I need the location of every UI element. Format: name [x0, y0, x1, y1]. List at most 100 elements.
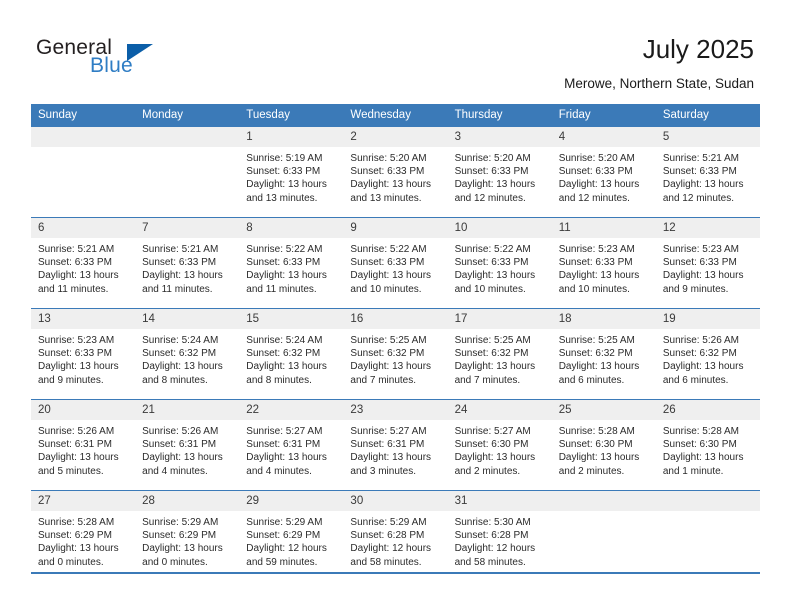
sunset-text: Sunset: 6:33 PM	[662, 257, 737, 269]
calendar-day-cell[interactable]: 1 Sunrise: 5:19 AM Sunset: 6:33 PM Daylight…	[239, 126, 344, 218]
day-details: Sunrise: 5:29 AM Sunset: 6:29 PM Daylight:…	[239, 511, 343, 569]
weekday-header-tuesday: Tuesday	[239, 104, 344, 127]
daylight-text-cont: and 11 minutes.	[246, 283, 317, 295]
daylight-text-cont: and 11 minutes.	[142, 283, 213, 295]
daylight-text: Daylight: 13 hours	[558, 179, 640, 191]
calendar-day-cell[interactable]: 25 Sunrise: 5:28 AM Sunset: 6:30 PM Dayligh…	[551, 399, 656, 491]
day-number: 21	[135, 400, 240, 420]
calendar-day-cell[interactable]: 10 Sunrise: 5:22 AM Sunset: 6:33 PM Dayligh…	[447, 217, 552, 309]
sunrise-text: Sunrise: 5:27 AM	[454, 426, 531, 437]
sunrise-text: Sunrise: 5:29 AM	[142, 517, 219, 528]
calendar-day-cell[interactable]: 8 Sunrise: 5:22 AM Sunset: 6:33 PM Daylight…	[239, 217, 344, 309]
calendar-day-cell[interactable]: 2 Sunrise: 5:20 AM Sunset: 6:33 PM Daylight…	[343, 126, 448, 218]
calendar-day-cell[interactable]: 11 Sunrise: 5:23 AM Sunset: 6:33 PM Dayligh…	[551, 217, 656, 309]
calendar-day-cell[interactable]: 31 Sunrise: 5:30 AM Sunset: 6:28 PM Dayligh…	[447, 490, 552, 579]
day-details: Sunrise: 5:27 AM Sunset: 6:31 PM Daylight:…	[343, 420, 447, 478]
calendar-day-cell[interactable]: 26 Sunrise: 5:28 AM Sunset: 6:30 PM Dayligh…	[655, 399, 760, 491]
sunset-text: Sunset: 6:29 PM	[38, 530, 112, 542]
daylight-text: Daylight: 12 hours	[350, 543, 432, 555]
day-number: 26	[655, 400, 760, 420]
day-details: Sunrise: 5:21 AM Sunset: 6:33 PM Daylight:…	[31, 238, 135, 296]
calendar-day-cell[interactable]: 19 Sunrise: 5:26 AM Sunset: 6:32 PM Dayligh…	[655, 308, 760, 400]
calendar-day-cell[interactable]: 6 Sunrise: 5:21 AM Sunset: 6:33 PM Daylight…	[31, 217, 136, 309]
calendar-day-cell[interactable]: 27 Sunrise: 5:28 AM Sunset: 6:29 PM Dayligh…	[31, 490, 136, 579]
daylight-text-cont: and 0 minutes.	[38, 556, 104, 568]
daylight-text-cont: and 13 minutes.	[350, 192, 422, 204]
calendar-day-cell[interactable]: 15 Sunrise: 5:24 AM Sunset: 6:32 PM Dayligh…	[239, 308, 344, 400]
day-details: Sunrise: 5:23 AM Sunset: 6:33 PM Daylight:…	[656, 238, 760, 296]
sunset-text: Sunset: 6:33 PM	[350, 257, 425, 269]
daylight-text-cont: and 1 minute.	[662, 465, 724, 477]
sunset-text: Sunset: 6:31 PM	[246, 439, 321, 451]
calendar-day-cell[interactable]: 18 Sunrise: 5:25 AM Sunset: 6:32 PM Dayligh…	[551, 308, 656, 400]
sunrise-text: Sunrise: 5:28 AM	[558, 426, 635, 437]
sunrise-text: Sunrise: 5:20 AM	[350, 153, 427, 164]
sunset-text: Sunset: 6:28 PM	[454, 530, 529, 542]
calendar-day-cell[interactable]: 5 Sunrise: 5:21 AM Sunset: 6:33 PM Daylight…	[655, 126, 760, 218]
sunrise-text: Sunrise: 5:28 AM	[662, 426, 739, 437]
day-number: 2	[343, 127, 448, 147]
calendar-day-cell[interactable]: 16 Sunrise: 5:25 AM Sunset: 6:32 PM Dayligh…	[343, 308, 448, 400]
day-number: 3	[447, 127, 552, 147]
page-header: General Blue July 2025 Merowe, Northern …	[0, 0, 792, 103]
daylight-text: Daylight: 13 hours	[246, 179, 327, 191]
sunset-text: Sunset: 6:29 PM	[246, 530, 321, 542]
calendar-body: 1 Sunrise: 5:19 AM Sunset: 6:33 PM Daylight…	[31, 126, 760, 579]
sunrise-text: Sunrise: 5:23 AM	[662, 244, 739, 255]
daylight-text-cont: and 9 minutes.	[662, 283, 729, 295]
sunset-text: Sunset: 6:33 PM	[558, 257, 633, 269]
day-number	[551, 491, 656, 511]
day-details: Sunrise: 5:27 AM Sunset: 6:31 PM Daylight:…	[239, 420, 343, 478]
day-details: Sunrise: 5:20 AM Sunset: 6:33 PM Daylight:…	[448, 147, 552, 205]
daylight-text: Daylight: 13 hours	[662, 361, 744, 373]
calendar-day-cell[interactable]: 12 Sunrise: 5:23 AM Sunset: 6:33 PM Dayligh…	[655, 217, 760, 309]
day-number: 18	[551, 309, 656, 329]
day-details: Sunrise: 5:20 AM Sunset: 6:33 PM Daylight:…	[552, 147, 656, 205]
day-details: Sunrise: 5:23 AM Sunset: 6:33 PM Daylight:…	[552, 238, 656, 296]
day-details: Sunrise: 5:28 AM Sunset: 6:30 PM Daylight:…	[656, 420, 760, 478]
calendar-day-cell[interactable]: 23 Sunrise: 5:27 AM Sunset: 6:31 PM Dayligh…	[343, 399, 448, 491]
sunset-text: Sunset: 6:33 PM	[38, 348, 112, 360]
daylight-text: Daylight: 13 hours	[350, 270, 432, 282]
calendar-day-cell[interactable]: 22 Sunrise: 5:27 AM Sunset: 6:31 PM Dayligh…	[239, 399, 344, 491]
daylight-text: Daylight: 13 hours	[38, 361, 119, 373]
calendar-header-row: Sunday Monday Tuesday Wednesday Thursday…	[31, 104, 760, 127]
calendar-day-cell[interactable]: 7 Sunrise: 5:21 AM Sunset: 6:33 PM Daylight…	[135, 217, 240, 309]
sunset-text: Sunset: 6:30 PM	[662, 439, 737, 451]
daylight-text-cont: and 58 minutes.	[350, 556, 422, 568]
calendar-week-row: 1 Sunrise: 5:19 AM Sunset: 6:33 PM Daylight…	[31, 126, 760, 218]
calendar-day-cell[interactable]: 24 Sunrise: 5:27 AM Sunset: 6:30 PM Dayligh…	[447, 399, 552, 491]
sunrise-text: Sunrise: 5:21 AM	[38, 244, 115, 255]
page-subtitle: Merowe, Northern State, Sudan	[564, 76, 754, 91]
sunset-text: Sunset: 6:33 PM	[558, 166, 633, 178]
calendar-day-cell[interactable]: 17 Sunrise: 5:25 AM Sunset: 6:32 PM Dayligh…	[447, 308, 552, 400]
daylight-text-cont: and 2 minutes.	[558, 465, 625, 477]
weekday-header-saturday: Saturday	[655, 104, 760, 127]
calendar-day-cell[interactable]: 3 Sunrise: 5:20 AM Sunset: 6:33 PM Daylight…	[447, 126, 552, 218]
calendar-day-cell[interactable]: 29 Sunrise: 5:29 AM Sunset: 6:29 PM Dayligh…	[239, 490, 344, 579]
calendar-day-cell[interactable]: 13 Sunrise: 5:23 AM Sunset: 6:33 PM Dayligh…	[31, 308, 136, 400]
daylight-text-cont: and 4 minutes.	[246, 465, 312, 477]
day-number: 12	[655, 218, 760, 238]
weekday-header-wednesday: Wednesday	[343, 104, 448, 127]
calendar-empty-cell	[655, 490, 760, 579]
calendar-day-cell[interactable]: 20 Sunrise: 5:26 AM Sunset: 6:31 PM Dayligh…	[31, 399, 136, 491]
day-number: 16	[343, 309, 448, 329]
calendar-day-cell[interactable]: 14 Sunrise: 5:24 AM Sunset: 6:32 PM Dayligh…	[135, 308, 240, 400]
day-details: Sunrise: 5:26 AM Sunset: 6:31 PM Daylight:…	[31, 420, 135, 478]
calendar-day-cell[interactable]: 28 Sunrise: 5:29 AM Sunset: 6:29 PM Dayligh…	[135, 490, 240, 579]
day-number: 28	[135, 491, 240, 511]
calendar-day-cell[interactable]: 4 Sunrise: 5:20 AM Sunset: 6:33 PM Daylight…	[551, 126, 656, 218]
calendar-day-cell[interactable]: 9 Sunrise: 5:22 AM Sunset: 6:33 PM Daylight…	[343, 217, 448, 309]
day-details: Sunrise: 5:28 AM Sunset: 6:30 PM Daylight:…	[552, 420, 656, 478]
sunrise-text: Sunrise: 5:25 AM	[350, 335, 427, 346]
calendar-day-cell[interactable]: 21 Sunrise: 5:26 AM Sunset: 6:31 PM Dayligh…	[135, 399, 240, 491]
calendar-week-row: 20 Sunrise: 5:26 AM Sunset: 6:31 PM Dayligh…	[31, 399, 760, 491]
sunrise-text: Sunrise: 5:22 AM	[454, 244, 531, 255]
page-title: July 2025	[642, 34, 754, 64]
daylight-text: Daylight: 13 hours	[142, 543, 223, 555]
sunrise-text: Sunrise: 5:27 AM	[246, 426, 323, 437]
sunrise-text: Sunrise: 5:30 AM	[454, 517, 531, 528]
calendar-day-cell[interactable]: 30 Sunrise: 5:29 AM Sunset: 6:28 PM Dayligh…	[343, 490, 448, 579]
day-details: Sunrise: 5:21 AM Sunset: 6:33 PM Daylight:…	[135, 238, 239, 296]
